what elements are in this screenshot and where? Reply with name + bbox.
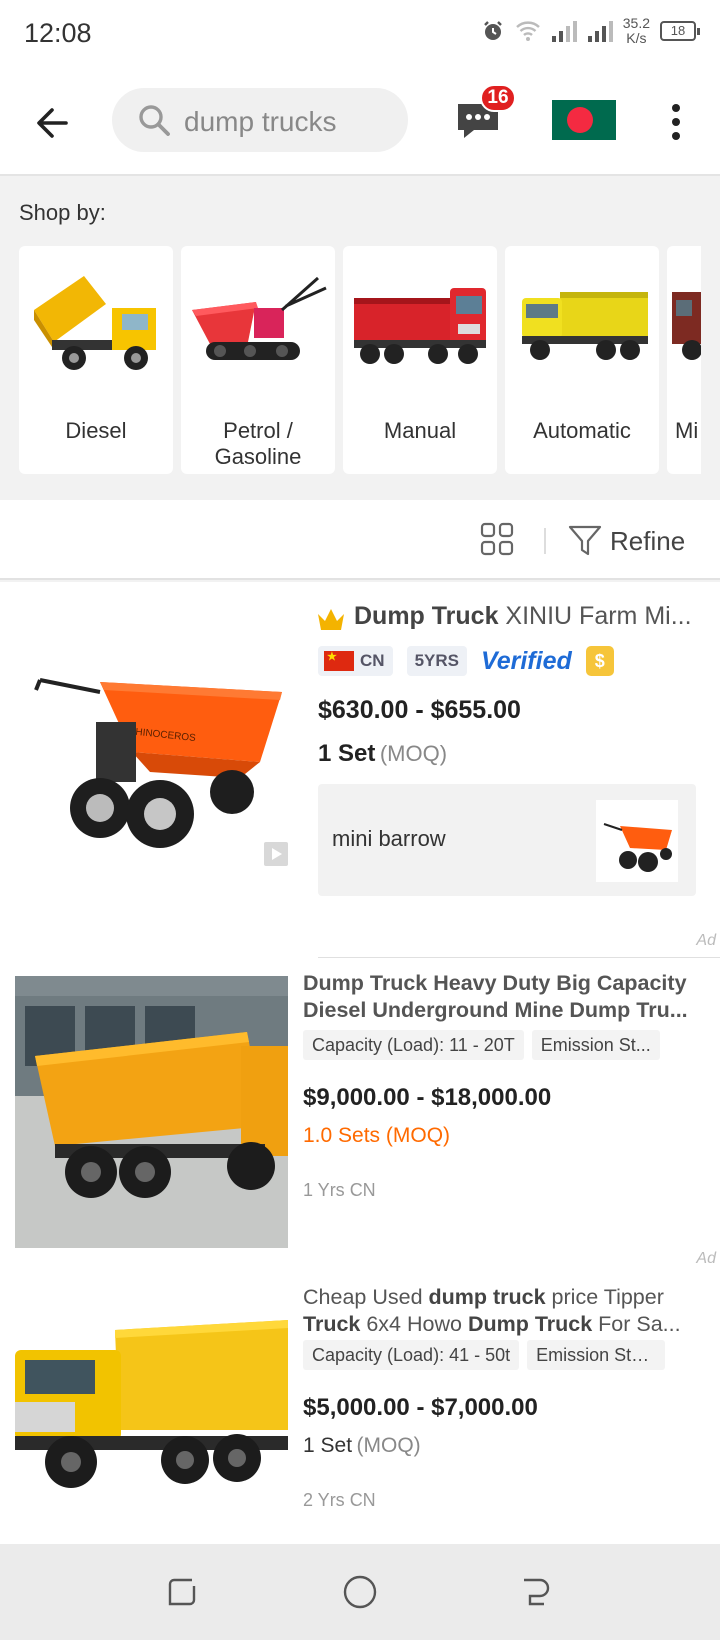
grid-view-icon[interactable] (480, 522, 514, 556)
product-list: RHINOCEROS Dump Truck XINIU Farm Mi... C… (0, 582, 720, 1544)
yellow-dump-truck-image (522, 292, 648, 360)
status-bar: 12:08 35.2 K/s 18 (0, 0, 720, 66)
verified-badge[interactable]: Verified (481, 647, 572, 676)
shop-label-diesel: Diesel (65, 418, 127, 443)
dump-truck-image (672, 292, 701, 360)
chat-badge: 16 (480, 84, 516, 112)
status-icons: 35.2 K/s 18 (481, 15, 700, 46)
more-options-icon[interactable] (664, 102, 688, 142)
back-arrow-icon[interactable] (30, 98, 80, 148)
product-price: $630.00 - $655.00 (318, 696, 521, 724)
red-dump-truck-image (354, 288, 486, 364)
shop-card-partial[interactable]: Mi (667, 246, 701, 474)
product-title[interactable]: Dump Truck XINIU Farm Mi... (354, 602, 706, 631)
recent-apps-icon[interactable] (166, 1574, 202, 1610)
product-image[interactable] (15, 1280, 288, 1544)
shop-label-manual: Manual (383, 418, 457, 443)
refine-label: Refine (610, 526, 686, 556)
list-item[interactable]: Cheap Used dump truck price Tipper Truck… (0, 1274, 720, 1544)
red-mini-dumper-image (192, 276, 327, 360)
search-input[interactable]: dump trucks (112, 88, 408, 152)
yellow-dump-truck-image (34, 276, 156, 370)
product-moq: 1 Set (MOQ) (303, 1434, 421, 1457)
product-image[interactable] (15, 976, 288, 1248)
alarm-icon (483, 21, 502, 40)
shop-card-manual[interactable]: Manual (343, 246, 497, 474)
list-item[interactable]: Dump Truck Heavy Duty Big Capacity Diese… (0, 960, 720, 1272)
filter-bar: Refine (0, 500, 720, 580)
shop-label-petrol-gasoline: Petrol / Gasoline (214, 418, 302, 469)
back-icon[interactable] (516, 1574, 552, 1610)
supplier-badges: CN 5YRS Verified $ (318, 646, 614, 676)
shop-label-automatic: Automatic (533, 418, 631, 443)
video-play-icon[interactable] (264, 842, 288, 866)
supplier-info: 1 Yrs CN (303, 1180, 376, 1200)
wifi-icon (515, 21, 540, 41)
tag-capacity: Capacity (Load): 41 - 50t (303, 1340, 520, 1370)
search-icon (139, 105, 170, 136)
search-header: dump trucks 16 (0, 66, 720, 176)
crown-icon (318, 609, 344, 630)
shop-card-automatic[interactable]: Automatic (505, 246, 659, 474)
filter-icon (568, 525, 602, 556)
list-item[interactable]: RHINOCEROS Dump Truck XINIU Farm Mi... C… (0, 582, 720, 958)
related-search-label: mini barrow (332, 826, 446, 851)
refine-button[interactable]: Refine (568, 520, 698, 560)
filter-divider (544, 528, 546, 554)
shop-by-section: Shop by: Diesel Petrol / Gasoline Manual… (0, 178, 720, 490)
ad-label: Ad (696, 932, 716, 949)
yellow-howo-dump-truck-image (15, 1320, 288, 1488)
country-badge: CN (318, 646, 393, 676)
supplier-info: 2 Yrs CN (303, 1490, 376, 1510)
product-price: $5,000.00 - $7,000.00 (303, 1394, 538, 1421)
ad-label: Ad (696, 1250, 716, 1267)
product-moq: 1 Set (MOQ) (318, 740, 448, 767)
system-navigation-bar (0, 1544, 720, 1640)
shop-label-partial: Mi (675, 418, 699, 443)
battery-icon: 18 (660, 21, 700, 41)
related-search-card[interactable]: mini barrow (318, 784, 696, 896)
gold-supplier-icon: $ (585, 646, 614, 676)
tag-capacity: Capacity (Load): 11 - 20T (303, 1030, 524, 1060)
related-thumbnail (596, 800, 678, 882)
product-moq: 1.0 Sets (MOQ) (303, 1124, 451, 1147)
product-title[interactable]: Cheap Used dump truck price Tipper Truck… (303, 1284, 703, 1338)
home-icon[interactable] (342, 1574, 378, 1610)
shop-card-diesel[interactable]: Diesel (19, 246, 173, 474)
status-time: 12:08 (24, 18, 92, 48)
shop-by-carousel[interactable]: Diesel Petrol / Gasoline Manual Automati… (19, 246, 701, 474)
orange-mine-dump-truck-image (15, 976, 288, 1248)
orange-mini-dumper-image: RHINOCEROS (34, 678, 282, 848)
signal-icon-1 (551, 21, 577, 42)
net-speed: 35.2 K/s (622, 15, 650, 46)
country-flag-icon[interactable] (552, 100, 616, 140)
tag-emission: Emission St... (531, 1030, 660, 1060)
product-tags: Capacity (Load): 41 - 50t Emission Sta..… (303, 1340, 666, 1370)
signal-icon-2 (587, 21, 613, 42)
years-badge: 5YRS (406, 646, 467, 676)
product-tags: Capacity (Load): 11 - 20T Emission St... (303, 1030, 660, 1060)
shop-card-petrol-gasoline[interactable]: Petrol / Gasoline (181, 246, 335, 474)
item-divider (318, 957, 720, 958)
shop-by-title: Shop by: (19, 200, 106, 225)
search-query: dump trucks (184, 106, 337, 137)
product-title[interactable]: Dump Truck Heavy Duty Big Capacity Diese… (303, 970, 703, 1024)
tag-emission: Emission Sta... (527, 1340, 666, 1370)
product-price: $9,000.00 - $18,000.00 (303, 1084, 552, 1111)
product-image[interactable]: RHINOCEROS (0, 602, 300, 882)
china-flag-icon (324, 651, 354, 671)
